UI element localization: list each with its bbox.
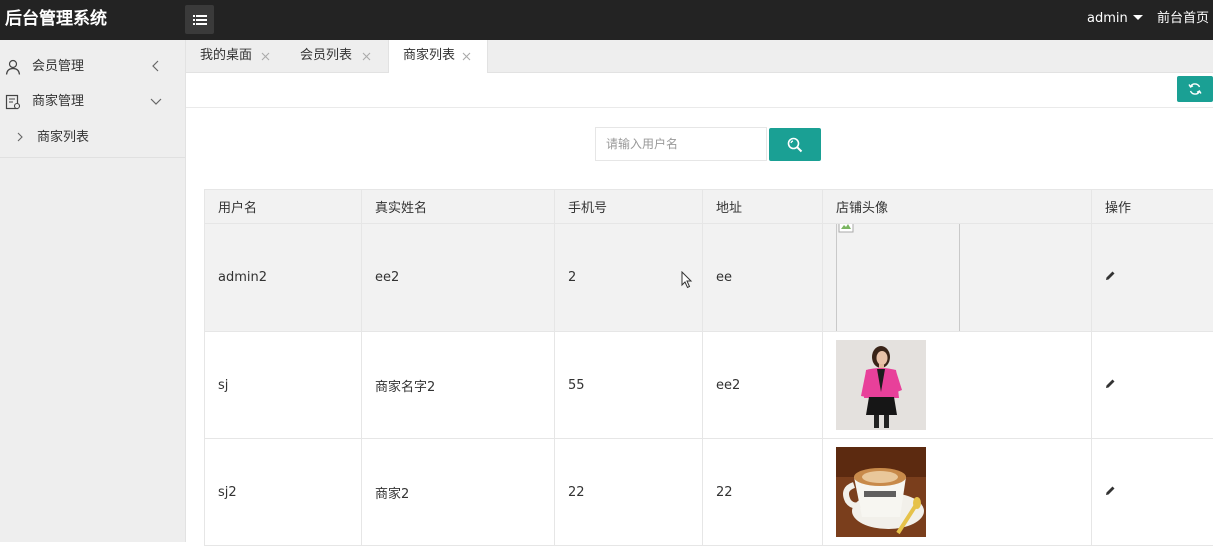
table-header-row: 用户名 真实姓名 手机号 地址 店铺头像 操作 xyxy=(205,190,1213,224)
edit-icon[interactable] xyxy=(1105,378,1116,389)
list-icon xyxy=(193,14,207,26)
sidebar-item-label: 会员管理 xyxy=(32,49,84,85)
broken-image-icon xyxy=(838,224,854,234)
cell-phone: 22 xyxy=(555,439,703,546)
sidebar-divider xyxy=(0,157,185,158)
user-icon xyxy=(5,59,21,75)
main-content: 用户名 真实姓名 手机号 地址 店铺头像 操作 admin2 ee2 2 ee xyxy=(186,73,1213,542)
search-icon xyxy=(787,137,803,153)
refresh-button[interactable] xyxy=(1177,76,1213,102)
close-icon[interactable] xyxy=(362,52,371,61)
avatar-photo-coffee xyxy=(836,447,926,537)
close-icon[interactable] xyxy=(261,52,270,61)
column-header: 店铺头像 xyxy=(823,190,1092,224)
user-name: admin xyxy=(1087,11,1128,26)
cell-username: admin2 xyxy=(205,224,362,332)
close-icon[interactable] xyxy=(462,52,471,61)
merchant-table: 用户名 真实姓名 手机号 地址 店铺头像 操作 admin2 ee2 2 ee xyxy=(204,189,1213,546)
tab-label: 会员列表 xyxy=(300,48,352,63)
mouse-cursor-icon xyxy=(681,271,693,289)
column-header: 操作 xyxy=(1092,190,1213,224)
sidebar-item-members[interactable]: 会员管理 xyxy=(0,49,185,85)
menu-toggle-button[interactable] xyxy=(185,5,214,34)
column-header: 用户名 xyxy=(205,190,362,224)
tab-label: 商家列表 xyxy=(403,48,455,63)
cell-username: sj xyxy=(205,332,362,439)
cell-action xyxy=(1092,332,1213,439)
column-header: 真实姓名 xyxy=(362,190,555,224)
refresh-icon xyxy=(1188,82,1202,96)
cell-address: ee xyxy=(703,224,823,332)
search-button[interactable] xyxy=(769,128,821,161)
user-menu[interactable]: admin xyxy=(1087,0,1143,40)
broken-image xyxy=(836,224,960,332)
tab-desktop[interactable]: 我的桌面 xyxy=(186,40,286,73)
shop-icon xyxy=(5,94,21,110)
caret-down-icon xyxy=(1133,15,1143,20)
cell-avatar xyxy=(823,332,1092,439)
cell-address: ee2 xyxy=(703,332,823,439)
chevron-down-icon xyxy=(150,95,162,107)
avatar-photo-woman xyxy=(836,340,926,430)
cell-realname: 商家名字2 xyxy=(362,332,555,439)
tab-merchant-list[interactable]: 商家列表 xyxy=(388,40,488,73)
sidebar-subitem-label: 商家列表 xyxy=(37,120,89,156)
search-input[interactable] xyxy=(595,127,767,161)
tab-bar: 我的桌面 会员列表 商家列表 xyxy=(186,40,1213,73)
table-row: admin2 ee2 2 ee xyxy=(205,224,1213,332)
edit-icon[interactable] xyxy=(1105,485,1116,496)
cell-realname: 商家2 xyxy=(362,439,555,546)
cell-action xyxy=(1092,439,1213,546)
tab-label: 我的桌面 xyxy=(200,48,252,63)
app-title: 后台管理系统 xyxy=(5,0,107,40)
edit-icon[interactable] xyxy=(1105,270,1116,281)
cell-username: sj2 xyxy=(205,439,362,546)
chevron-right-icon xyxy=(15,132,25,142)
tab-member-list[interactable]: 会员列表 xyxy=(286,40,388,73)
cell-phone: 55 xyxy=(555,332,703,439)
cell-realname: ee2 xyxy=(362,224,555,332)
sidebar-item-merchants[interactable]: 商家管理 xyxy=(0,84,185,120)
cell-address: 22 xyxy=(703,439,823,546)
front-home-link[interactable]: 前台首页 xyxy=(1157,0,1209,40)
toolbar-divider xyxy=(186,107,1213,108)
cell-action xyxy=(1092,224,1213,332)
top-header: 后台管理系统 admin 前台首页 xyxy=(0,0,1213,40)
sidebar: 会员管理 商家管理 商家列表 xyxy=(0,40,186,542)
cell-avatar xyxy=(823,224,1092,332)
sidebar-subitem-merchant-list[interactable]: 商家列表 xyxy=(0,120,185,156)
table-row: sj2 商家2 22 22 xyxy=(205,439,1213,546)
chevron-left-icon xyxy=(150,60,162,72)
column-header: 手机号 xyxy=(555,190,703,224)
cell-avatar xyxy=(823,439,1092,546)
column-header: 地址 xyxy=(703,190,823,224)
table-row: sj 商家名字2 55 ee2 xyxy=(205,332,1213,439)
sidebar-item-label: 商家管理 xyxy=(32,84,84,120)
